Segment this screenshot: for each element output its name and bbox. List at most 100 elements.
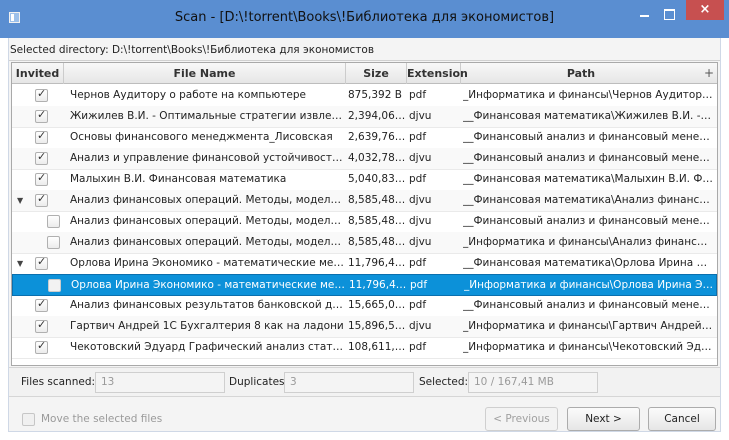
minimize-icon[interactable] [633, 6, 655, 22]
duplicates-field: 3 [284, 372, 414, 393]
move-selected-label: Move the selected files [41, 413, 163, 425]
extension-cell: djvu [409, 194, 432, 206]
table-row[interactable]: ▼ Анализ финансовых операций. Методы, мод… [12, 190, 717, 212]
files-scanned-field: 13 [95, 372, 225, 393]
file-name-cell: Чекотовский Эдуард Графический анализ ст… [70, 341, 344, 353]
invited-checkbox[interactable] [35, 255, 48, 270]
next-button[interactable]: Next > [567, 407, 640, 431]
invited-checkbox[interactable] [35, 171, 48, 186]
size-cell: 108,611,357 B [348, 341, 407, 353]
path-cell: _Информатика и финансы\Гартвич Андрей 1С… [463, 320, 713, 332]
invited-checkbox[interactable] [35, 129, 48, 144]
file-name-cell: Орлова Ирина Экономико - математические … [70, 257, 344, 269]
invited-checkbox[interactable] [35, 297, 48, 312]
size-cell: 2,394,068 B [348, 110, 407, 122]
maximize-icon[interactable] [658, 6, 680, 22]
move-selected-checkbox[interactable] [22, 413, 35, 426]
invited-checkbox[interactable] [35, 192, 48, 207]
path-cell: __Финансовая математика\Анализ финансовы… [463, 194, 713, 206]
column-header-path[interactable]: Path [461, 63, 701, 84]
path-cell: _Информатика и финансы\Чернов Аудитору о… [463, 89, 713, 101]
path-cell: _Информатика и финансы\Чекотовский Эдуар… [463, 341, 713, 353]
extension-cell: djvu [409, 236, 432, 248]
size-cell: 8,585,484 B [348, 215, 407, 227]
file-name-cell: Чернов Аудитору о работе на компьютере [70, 89, 306, 101]
expand-toggle-icon[interactable]: ▼ [17, 253, 23, 274]
path-cell: __Финансовая математика\Орлова Ирина Эко… [463, 257, 713, 269]
table-row[interactable]: Основы финансового менеджмента_Лисовская… [12, 127, 717, 149]
selected-field: 10 / 167,41 MB [468, 372, 598, 393]
table-row[interactable]: Чернов Аудитору о работе на компьютере 87… [12, 85, 717, 107]
size-cell: 5,040,838 B [348, 173, 407, 185]
column-header-size[interactable]: Size [346, 63, 407, 84]
cancel-button[interactable]: Cancel [648, 407, 716, 431]
window-title: Scan - [D:\!torrent\Books\!Библиотека дл… [174, 10, 555, 25]
table-row[interactable]: Орлова Ирина Экономико - математические … [12, 274, 717, 296]
invited-checkbox[interactable] [35, 87, 48, 102]
size-cell: 4,032,780 B [348, 152, 407, 164]
extension-cell: djvu [409, 320, 432, 332]
table-row[interactable]: Анализ финансовых операций. Методы, моде… [12, 232, 717, 254]
file-name-cell: Основы финансового менеджмента_Лисовская [70, 131, 333, 143]
previous-button[interactable]: < Previous [485, 407, 558, 431]
size-cell: 15,896,565 B [348, 320, 407, 332]
table-row[interactable]: Анализ финансовых результатов банковской… [12, 295, 717, 317]
extension-cell: djvu [409, 110, 432, 122]
path-cell: __Финансовый анализ и финансовый менеджм… [463, 215, 713, 227]
file-name-cell: Гартвич Андрей 1С Бухгалтерия 8 как на л… [70, 320, 344, 332]
table-row[interactable]: ▼ Орлова Ирина Экономико - математические… [12, 253, 717, 275]
path-cell: __Финансовый анализ и финансовый менеджм… [463, 299, 713, 311]
extension-cell: pdf [409, 131, 427, 143]
file-name-cell: Жижилев В.И. - Оптимальные стратегии изв… [70, 110, 344, 122]
table-header: Invited File Name Size Extension Path + [12, 63, 717, 84]
extension-cell: pdf [410, 279, 428, 291]
extension-cell: pdf [409, 299, 427, 311]
column-header-file-name[interactable]: File Name [64, 63, 346, 84]
column-header-invited[interactable]: Invited [12, 63, 64, 84]
file-name-cell: Анализ финансовых операций. Методы, моде… [70, 236, 344, 248]
invited-checkbox[interactable] [47, 215, 60, 228]
extension-cell: pdf [409, 341, 427, 353]
extension-cell: pdf [409, 257, 427, 269]
size-cell: 8,585,484 B [348, 194, 407, 206]
file-name-cell: Анализ и управление финансовой устойчиво… [70, 152, 344, 164]
table-row[interactable]: Гартвич Андрей 1С Бухгалтерия 8 как на л… [12, 316, 717, 338]
path-cell: _Информатика и финансы\Орлова Ирина Экон… [464, 279, 714, 291]
path-cell: _Информатика и финансы\Анализ финансовых… [463, 236, 713, 248]
files-scanned-label: Files scanned: [21, 376, 96, 388]
extension-cell: pdf [409, 89, 427, 101]
invited-checkbox[interactable] [35, 150, 48, 165]
table-row[interactable]: Чекотовский Эдуард Графический анализ ст… [12, 337, 717, 359]
path-cell: __Финансовый анализ и финансовый менеджм… [463, 152, 713, 164]
table-row[interactable]: Анализ и управление финансовой устойчиво… [12, 148, 717, 170]
table-row[interactable]: Жижилев В.И. - Оптимальные стратегии изв… [12, 106, 717, 128]
invited-checkbox[interactable] [35, 318, 48, 333]
file-name-cell: Анализ финансовых операций. Методы, моде… [70, 215, 344, 227]
extension-cell: pdf [409, 173, 427, 185]
expand-toggle-icon[interactable]: ▼ [17, 190, 23, 211]
path-cell: __Финансовый анализ и финансовый менеджм… [463, 131, 713, 143]
path-cell: __Финансовая математика\Жижилев В.И. - О… [463, 110, 713, 122]
duplicates-label: Duplicates: [229, 376, 289, 388]
invited-checkbox[interactable] [47, 236, 60, 249]
size-cell: 11,796,422 B [348, 257, 407, 269]
invited-checkbox[interactable] [35, 339, 48, 354]
file-name-cell: Орлова Ирина Экономико - математические … [71, 279, 345, 291]
size-cell: 2,639,762 B [348, 131, 407, 143]
column-header-extension[interactable]: Extension [407, 63, 468, 84]
path-cell: __Финансовая математика\Малыхин В.И. Фин… [463, 173, 713, 185]
table-row[interactable]: Анализ финансовых операций. Методы, моде… [12, 211, 717, 233]
extension-cell: djvu [409, 215, 432, 227]
table-row[interactable]: Малыхин В.И. Финансовая математика 5,040,… [12, 169, 717, 191]
file-name-cell: Анализ финансовых операций. Методы, моде… [70, 194, 344, 206]
separator [9, 60, 720, 61]
size-cell: 8,585,484 B [348, 236, 407, 248]
column-menu-icon[interactable]: + [701, 63, 717, 84]
close-icon[interactable]: × [686, 0, 724, 20]
files-table[interactable]: Invited File Name Size Extension Path + … [11, 62, 718, 366]
file-name-cell: Анализ финансовых результатов банковской… [70, 299, 344, 311]
invited-checkbox[interactable] [48, 279, 61, 292]
invited-checkbox[interactable] [35, 108, 48, 123]
extension-cell: djvu [409, 152, 432, 164]
selected-directory-label: Selected directory: D:\!torrent\Books\!Б… [10, 44, 375, 56]
